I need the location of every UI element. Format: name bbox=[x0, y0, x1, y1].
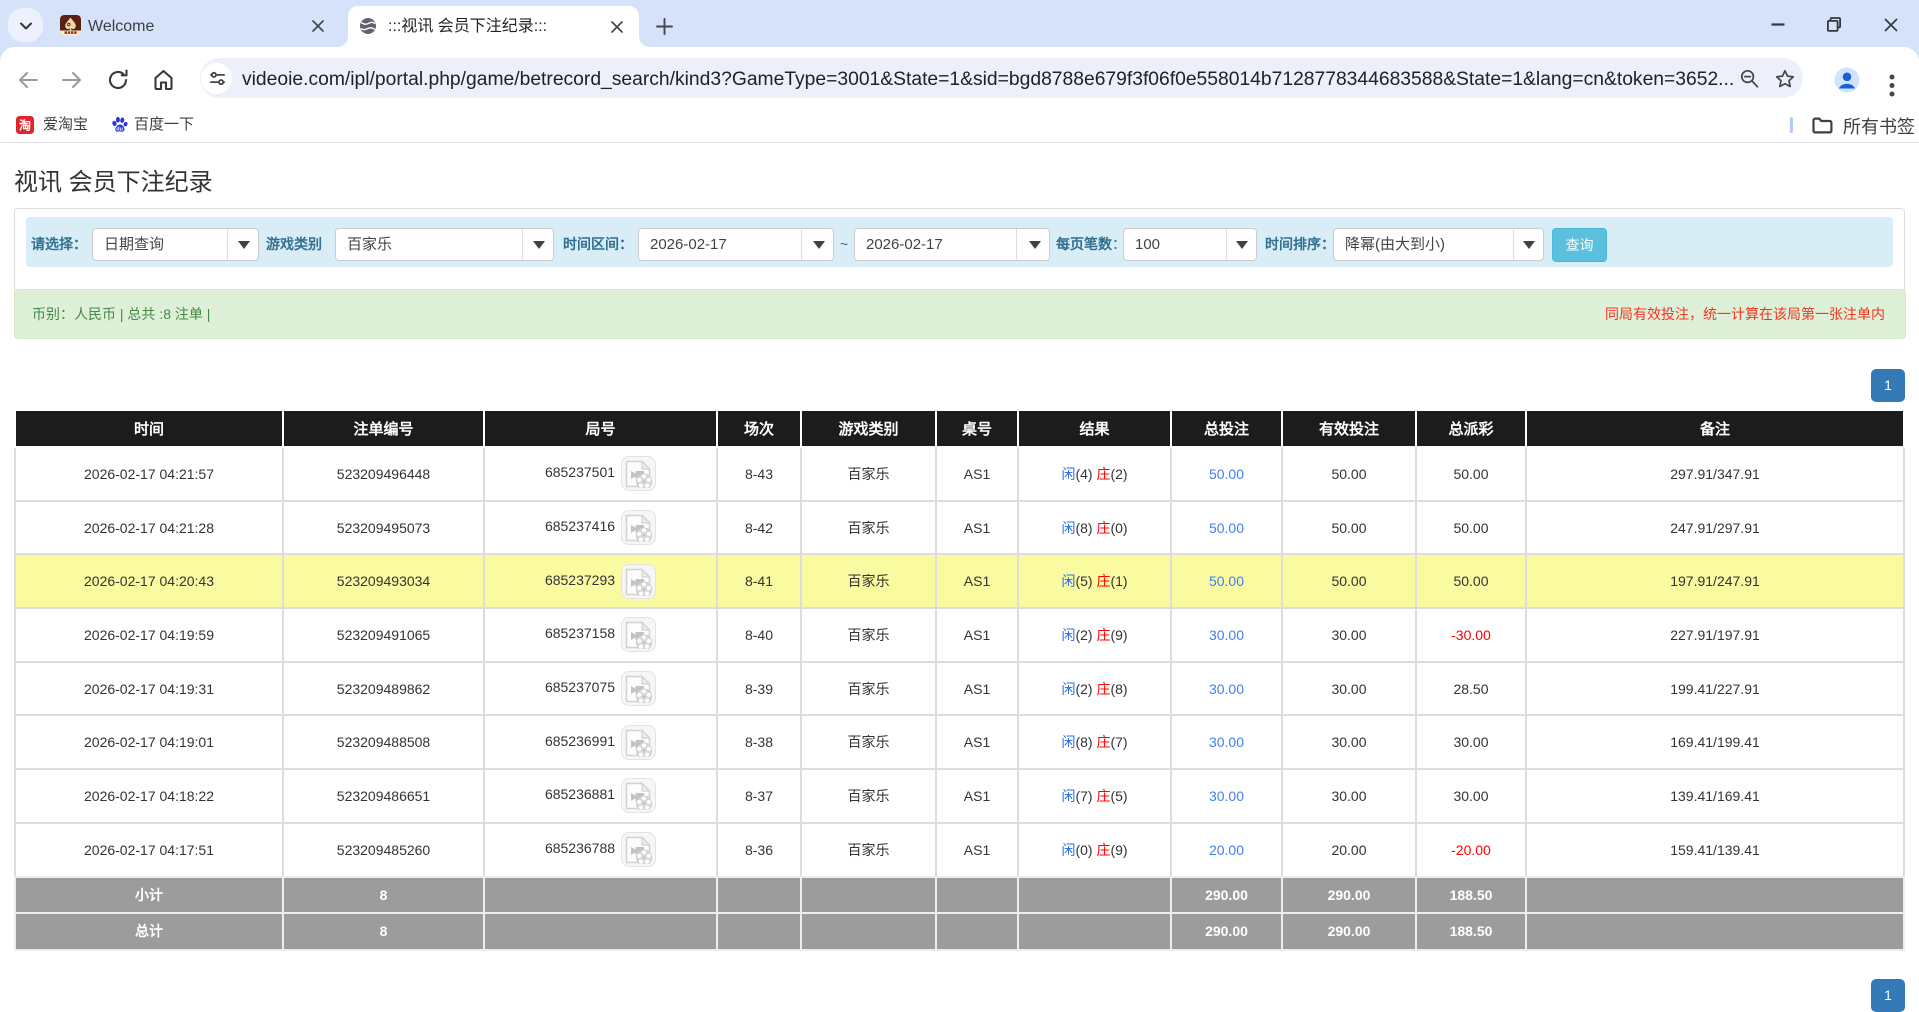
svg-text:du: du bbox=[116, 126, 123, 132]
svg-text:淘: 淘 bbox=[19, 118, 31, 133]
